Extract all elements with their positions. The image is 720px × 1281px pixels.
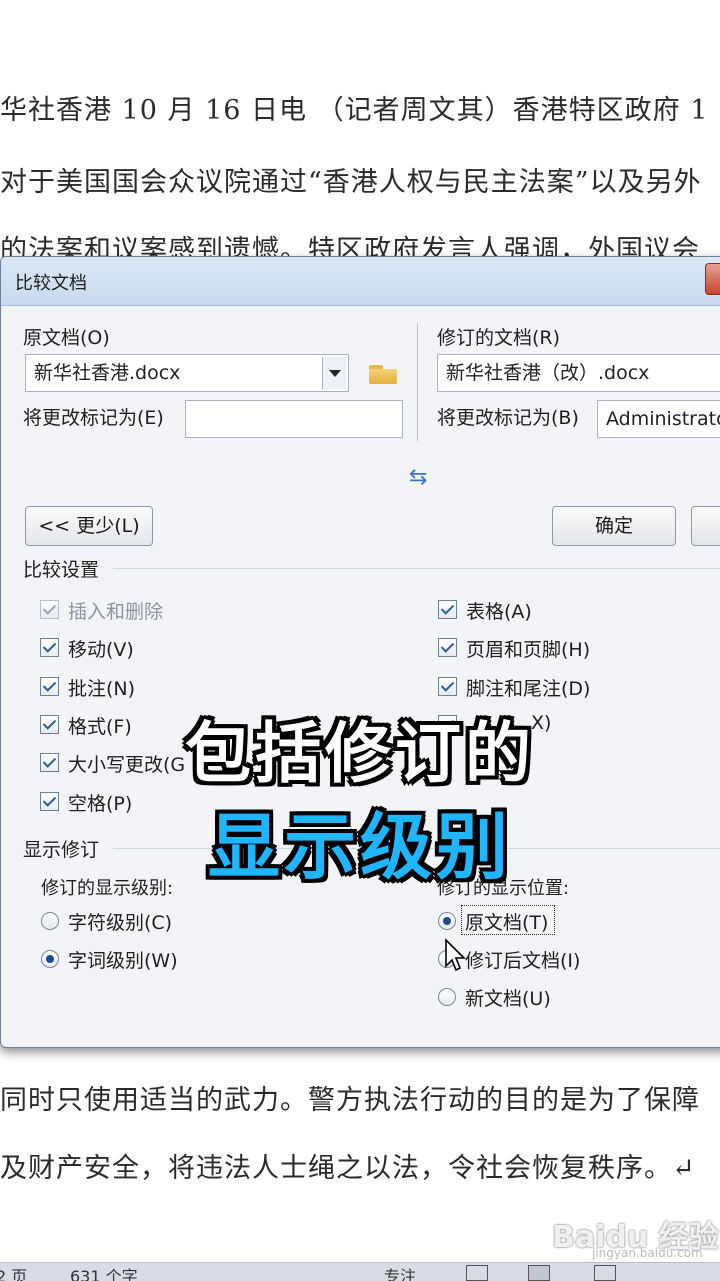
revised-mark-input[interactable]: Administrator [597,400,720,438]
moves-checkbox[interactable] [40,638,59,657]
focus-mode[interactable]: 专注 [384,1263,416,1281]
overlay-caption-line1: 包括修订的 [185,715,535,792]
revised-document-value: 新华社香港（改）.docx [446,362,650,384]
insert-delete-label: 插入和删除 [68,601,164,623]
tables-label[interactable]: 表格(A) [466,597,532,624]
original-document-option-label[interactable]: 原文档(T) [465,908,548,935]
web-layout-icon[interactable] [594,1265,616,1281]
compare-documents-dialog: 比较文档 原文档(O) 新华社香港.docx 将更改标记为(E) 修订的文档(R… [0,256,720,1048]
status-bar: 2 页 631 个字 专注 [0,1262,720,1281]
comments-label[interactable]: 批注(N) [68,674,135,701]
swap-documents-icon[interactable]: ⇆ [409,465,427,490]
folder-open-icon[interactable] [369,363,397,384]
less-button[interactable]: << 更少(L) [25,506,153,546]
character-level-label[interactable]: 字符级别(C) [68,908,172,935]
baidu-watermark-url: jingyan.baidu.com [592,1246,703,1260]
close-button[interactable] [705,263,720,295]
new-document-radio[interactable] [438,988,456,1006]
print-layout-icon[interactable] [528,1265,550,1281]
chevron-down-icon[interactable] [322,357,346,389]
footnotes-endnotes-checkbox[interactable] [438,677,457,696]
insert-delete-checkbox [40,600,59,619]
word-level-label[interactable]: 字词级别(W) [68,946,178,973]
headers-footers-checkbox[interactable] [438,638,457,657]
page-count: 2 页 [0,1267,28,1281]
doc-line-4: 同时只使用适当的武力。警方执法行动的目的是为了保障 [0,1085,700,1116]
cancel-button[interactable] [691,506,720,546]
word-count: 631 个字 [70,1267,138,1281]
doc-line-5: 及财产安全，将违法人士绳之以法，令社会恢复秩序。↵ [0,1153,696,1184]
moves-label[interactable]: 移动(V) [68,635,134,662]
original-document-value: 新华社香港.docx [34,362,181,384]
doc-line-1: 华社香港 10 月 16 日电 （记者周文其）香港特区政府 1 [0,95,709,126]
group-divider [113,568,720,569]
dialog-title: 比较文档 [15,273,87,294]
revised-document-option-label[interactable]: 修订后文档(I) [465,946,580,973]
new-document-option-label[interactable]: 新文档(U) [465,984,551,1011]
ok-button[interactable]: 确定 [552,506,676,546]
revised-document-label: 修订的文档(R) [437,327,561,349]
divider [417,323,418,441]
comments-checkbox[interactable] [40,677,59,696]
mouse-cursor-icon [445,938,466,972]
compare-settings-title: 比较设置 [23,559,100,581]
word-level-radio[interactable] [41,950,59,968]
revised-mark-label: 将更改标记为(B) [437,407,579,429]
revised-document-combo[interactable]: 新华社香港（改）.docx [437,354,720,392]
original-document-label: 原文档(O) [23,327,110,349]
original-document-radio[interactable] [438,912,456,930]
original-mark-input[interactable] [185,400,403,438]
footnotes-endnotes-label[interactable]: 脚注和尾注(D) [466,674,590,701]
headers-footers-label[interactable]: 页眉和页脚(H) [466,635,590,662]
doc-line-2: 对于美国国会众议院通过“香港人权与民主法案”以及另外 [0,167,702,198]
character-level-radio[interactable] [41,912,59,930]
tables-checkbox[interactable] [438,600,457,619]
overlay-caption-line2: 显示级别 [207,805,512,889]
original-mark-label: 将更改标记为(E) [23,407,164,429]
revised-mark-value: Administrator [606,408,720,430]
dialog-titlebar[interactable]: 比较文档 [1,257,720,306]
original-document-combo[interactable]: 新华社香港.docx [25,354,349,392]
read-mode-icon[interactable] [466,1265,488,1281]
